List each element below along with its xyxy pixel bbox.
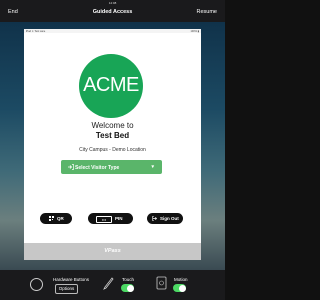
hardware-button-circle-icon bbox=[30, 278, 43, 291]
motion-toggle[interactable] bbox=[173, 284, 186, 292]
touch-label: Touch bbox=[122, 277, 135, 282]
sign-out-icon bbox=[152, 216, 157, 221]
acme-logo: ACME bbox=[79, 54, 143, 118]
pin-dots-icon: ••• bbox=[96, 215, 112, 223]
select-visitor-type-button[interactable]: Select Visitor Type ▾ bbox=[61, 160, 162, 174]
resume-button[interactable]: Resume bbox=[197, 9, 217, 15]
qr-label: QR bbox=[57, 216, 64, 221]
guided-access-title: Guided Access bbox=[92, 9, 133, 15]
sign-out-button[interactable]: Sign Out bbox=[147, 213, 183, 224]
hardware-buttons-label: Hardware Buttons bbox=[53, 277, 90, 282]
status-clock: 14:08 bbox=[108, 1, 117, 5]
guided-access-bottom-bar: Hardware Buttons Options Touch Motion bbox=[0, 270, 225, 300]
sign-out-label: Sign Out bbox=[160, 216, 179, 221]
welcome-text: Welcome to bbox=[91, 121, 134, 130]
visitor-button-label: Select Visitor Type bbox=[75, 164, 120, 171]
sign-in-icon bbox=[68, 164, 74, 170]
pin-label: PIN bbox=[115, 216, 123, 221]
touch-pen-icon bbox=[103, 277, 114, 290]
guided-access-top-bar: 14:08 End Guided Access Resume bbox=[0, 0, 225, 22]
qr-button[interactable]: QR bbox=[40, 213, 72, 224]
motion-toggle-knob bbox=[178, 284, 186, 292]
logo-text: ACME bbox=[83, 74, 139, 96]
touch-toggle-knob bbox=[126, 284, 134, 292]
location-text: City Campus - Demo Location bbox=[79, 147, 146, 153]
card-footer: VPass bbox=[24, 243, 201, 260]
qr-icon bbox=[49, 216, 54, 221]
motion-device-icon bbox=[156, 276, 167, 290]
touch-toggle[interactable] bbox=[121, 284, 134, 292]
kiosk-card: ACME Welcome to Test Bed City Campus - D… bbox=[24, 33, 201, 260]
options-button[interactable]: Options bbox=[55, 284, 78, 294]
pin-button[interactable]: ••• PIN bbox=[88, 213, 133, 224]
vpass-brand: VPass bbox=[104, 248, 121, 254]
site-name: Test Bed bbox=[95, 131, 130, 140]
motion-label: Motion bbox=[174, 277, 188, 282]
chevron-down-icon: ▾ bbox=[151, 164, 154, 170]
